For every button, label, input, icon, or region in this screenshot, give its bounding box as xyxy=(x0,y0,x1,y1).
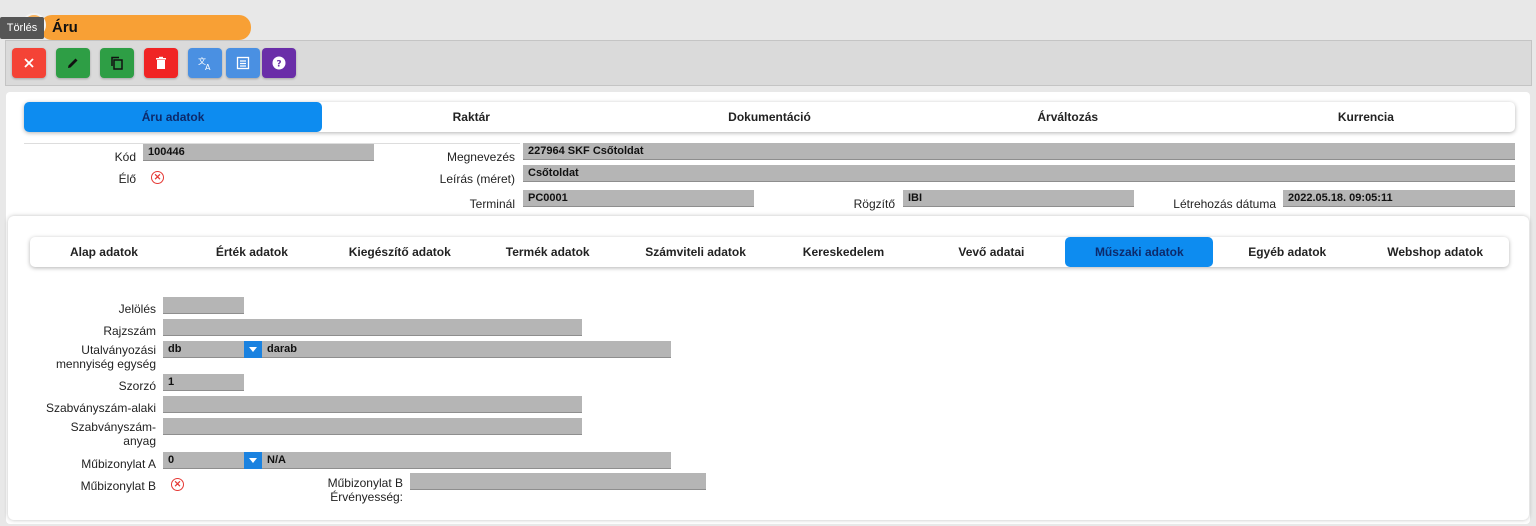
rajzszam-label: Rajzszám xyxy=(103,324,156,338)
utalvanyozasi-name-field: darab xyxy=(262,341,671,358)
tab-aru-adatok[interactable]: Áru adatok xyxy=(24,102,323,132)
tab-kiegeszito-adatok[interactable]: Kiegészítő adatok xyxy=(326,237,474,267)
help-button[interactable]: ? xyxy=(262,48,296,78)
utalvanyozasi-label-line2: mennyiség egység xyxy=(55,357,156,371)
tab-muszaki-adatok[interactable]: Műszaki adatok xyxy=(1065,237,1214,267)
help-icon: ? xyxy=(272,56,286,70)
szabvany-anyag-field[interactable] xyxy=(163,418,582,435)
letrehozas-field[interactable]: 2022.05.18. 09:05:11 xyxy=(1283,190,1515,207)
utalvanyozasi-label-line1: Utalványozási xyxy=(81,343,156,357)
close-icon xyxy=(24,58,34,68)
tab-termek-adatok[interactable]: Termék adatok xyxy=(474,237,622,267)
tab-kereskedelem[interactable]: Kereskedelem xyxy=(770,237,918,267)
main-tabs: Áru adatok Raktár Dokumentáció Árváltozá… xyxy=(24,102,1515,132)
mubizonylat-b-erv-label: Műbizonylat B Érvényesség: xyxy=(290,476,403,504)
mubizonylat-b-erv-label-line1: Műbizonylat B xyxy=(327,476,403,490)
pencil-icon xyxy=(68,58,78,68)
tab-szamviteli-adatok[interactable]: Számviteli adatok xyxy=(622,237,770,267)
rajzszam-field[interactable] xyxy=(163,319,582,336)
letrehozas-label: Létrehozás dátuma xyxy=(1173,197,1276,211)
list-button[interactable] xyxy=(226,48,260,78)
szabvany-anyag-label-line1: Szabványszám- xyxy=(70,420,156,434)
szabvany-anyag-label: Szabványszám- anyag xyxy=(30,420,156,448)
utalvanyozasi-label: Utalványozási mennyiség egység xyxy=(30,343,156,371)
megnevezes-label: Megnevezés xyxy=(446,150,515,164)
translate-icon: 文A xyxy=(198,56,211,71)
elo-unchecked-icon[interactable]: ✕ xyxy=(151,171,164,184)
terminal-field[interactable]: PC0001 xyxy=(523,190,754,207)
szorzo-label: Szorzó xyxy=(118,379,156,393)
svg-text:A: A xyxy=(205,63,211,71)
mubizonylat-a-name-field: N/A xyxy=(262,452,671,469)
close-button[interactable] xyxy=(12,48,46,78)
chevron-down-icon xyxy=(249,346,257,352)
szabvany-alaki-field[interactable] xyxy=(163,396,582,413)
mubizonylat-a-select[interactable]: 0 xyxy=(163,452,245,469)
svg-text:?: ? xyxy=(276,60,281,70)
trash-icon xyxy=(156,56,166,69)
tab-egyeb-adatok[interactable]: Egyéb adatok xyxy=(1213,237,1361,267)
jeloles-label: Jelölés xyxy=(118,302,156,316)
tab-webshop-adatok[interactable]: Webshop adatok xyxy=(1361,237,1509,267)
delete-button[interactable] xyxy=(144,48,178,78)
translate-button[interactable]: 文A xyxy=(188,48,222,78)
leiras-label: Leírás (méret) xyxy=(439,172,515,186)
szabvany-alaki-label: Szabványszám-alaki xyxy=(45,401,156,415)
mubizonylat-a-label: Műbizonylat A xyxy=(81,457,156,471)
terminal-label: Terminál xyxy=(469,197,515,211)
kod-label: Kód xyxy=(114,150,136,164)
list-icon xyxy=(236,56,250,70)
page-title: Áru xyxy=(52,19,78,36)
tab-kurrencia[interactable]: Kurrencia xyxy=(1217,102,1515,132)
megnevezes-field[interactable]: 227964 SKF Csőtoldat xyxy=(523,143,1515,160)
tab-vevo-adatai[interactable]: Vevő adatai xyxy=(917,237,1065,267)
szorzo-field[interactable]: 1 xyxy=(163,374,244,391)
chevron-down-icon xyxy=(249,457,257,463)
jeloles-field[interactable] xyxy=(163,297,244,314)
tab-alap-adatok[interactable]: Alap adatok xyxy=(30,237,178,267)
tooltip: Törlés xyxy=(0,17,44,39)
elo-label: Élő xyxy=(118,172,136,186)
sub-tabs: Alap adatok Érték adatok Kiegészítő adat… xyxy=(30,237,1509,267)
utalvanyozasi-select[interactable]: db xyxy=(163,341,245,358)
mubizonylat-b-label: Műbizonylat B xyxy=(80,479,156,493)
copy-icon xyxy=(111,56,123,70)
mubizonylat-b-erv-label-line2: Érvényesség: xyxy=(330,490,403,504)
tab-ertek-adatok[interactable]: Érték adatok xyxy=(178,237,326,267)
mubizonylat-b-unchecked-icon[interactable]: ✕ xyxy=(171,478,184,491)
mubizonylat-b-erv-field[interactable] xyxy=(410,473,706,490)
copy-button[interactable] xyxy=(100,48,134,78)
tab-dokumentacio[interactable]: Dokumentáció xyxy=(620,102,918,132)
edit-button[interactable] xyxy=(56,48,90,78)
szabvany-anyag-label-line2: anyag xyxy=(123,434,156,448)
kod-field[interactable]: 100446 xyxy=(143,144,374,161)
rogzito-label: Rögzítő xyxy=(853,197,895,211)
tab-arvaltozas[interactable]: Árváltozás xyxy=(919,102,1217,132)
rogzito-field[interactable]: IBI xyxy=(903,190,1134,207)
utalvanyozasi-dropdown-button[interactable] xyxy=(244,341,262,358)
tab-raktar[interactable]: Raktár xyxy=(322,102,620,132)
mubizonylat-a-dropdown-button[interactable] xyxy=(244,452,262,469)
leiras-field[interactable]: Csőtoldat xyxy=(523,165,1515,182)
